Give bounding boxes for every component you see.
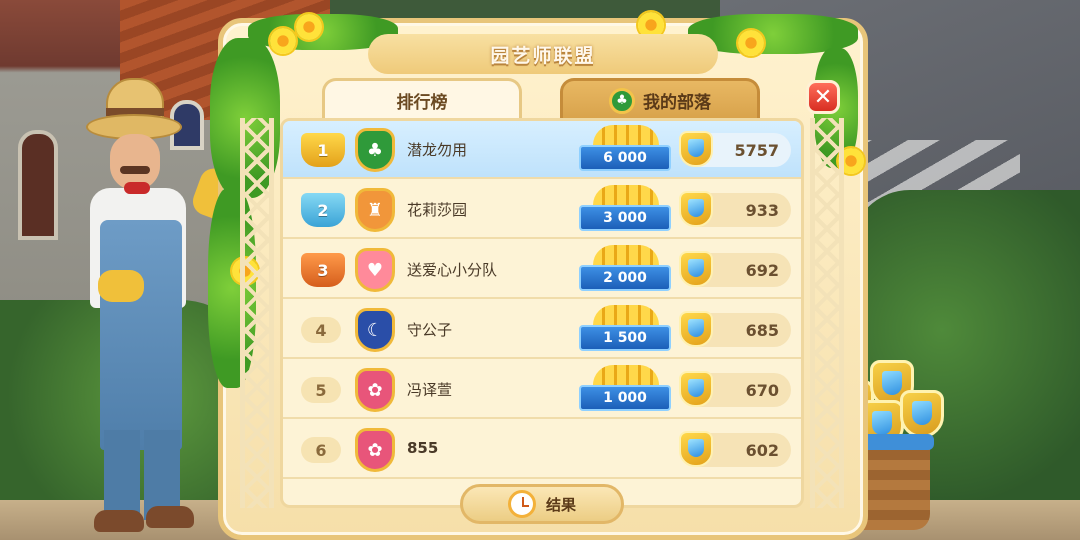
team-name: 冯译萱: [407, 381, 453, 399]
prize-amount: 6 000: [579, 145, 671, 171]
flower-badge-icon: ✿: [355, 428, 395, 472]
shield-icon: [679, 131, 713, 167]
prize-coins: 3 000: [579, 185, 671, 235]
team-score-value: 933: [745, 200, 779, 220]
shield-icon: [679, 251, 713, 287]
rank-number: 5: [301, 377, 341, 403]
prize-coins: 1 000: [579, 365, 671, 415]
overalls: [100, 220, 182, 450]
team-score: 692: [679, 251, 791, 287]
prize-coins: 2 000: [579, 245, 671, 295]
team-score: 685: [679, 311, 791, 347]
shield-icon: [679, 431, 713, 467]
prize-coins: 6 000: [579, 125, 671, 175]
moon-badge-icon: ☾: [355, 308, 395, 352]
bow-tie: [124, 182, 150, 194]
shield-gem-icon: [900, 390, 944, 438]
team-name: 花莉莎园: [407, 201, 468, 219]
castle-badge-icon: ♜: [355, 188, 395, 232]
lattice-right: [810, 118, 844, 508]
right-shoe: [146, 506, 194, 528]
rank-number: 4: [301, 317, 341, 343]
leaderboard-row[interactable]: 6 ✿ 855 602: [283, 421, 801, 479]
team-name: 送爱心小分队: [407, 261, 498, 279]
team-score: 602: [679, 431, 791, 467]
leaderboard-row[interactable]: 5 ✿ 冯译萱 1 000 670: [283, 361, 801, 419]
team-score: 933: [679, 191, 791, 227]
mustache: [120, 166, 150, 174]
team-name: 855: [407, 439, 439, 457]
team-score: 670: [679, 371, 791, 407]
flower-icon: [296, 14, 322, 40]
leaderboard-row[interactable]: 3 ♥ 送爱心小分队 2 000 692: [283, 241, 801, 299]
shield-icon: [679, 371, 713, 407]
house-door: [18, 130, 58, 240]
alliance-panel: 园艺师联盟 排行榜 ♣ 我的部落 ✕ 1 ♣ 潜龙勿用 6 000 5757 2…: [208, 12, 868, 540]
team-score-value: 670: [745, 380, 779, 400]
leaderboard-row[interactable]: 1 ♣ 潜龙勿用 6 000 5757: [283, 121, 801, 179]
team-score: 5757: [679, 131, 791, 167]
alarm-clock-icon: [507, 490, 536, 518]
close-button[interactable]: ✕: [806, 80, 840, 114]
result-button-label: 结果: [545, 495, 576, 514]
tab-leaderboard-label: 排行榜: [396, 93, 448, 113]
gold-trophy-icon: 1: [301, 133, 345, 167]
clover-badge-icon: ♣: [355, 128, 395, 172]
tab-my-tribe-label: 我的部落: [643, 93, 711, 113]
leaderboard-row[interactable]: 4 ☾ 守公子 1 500 685: [283, 301, 801, 359]
flower-icon: [270, 28, 296, 54]
prize-amount: 1 500: [579, 325, 671, 351]
flower-icon: [738, 30, 764, 56]
prize-coins: 1 500: [579, 305, 671, 355]
rank-number: 6: [301, 437, 341, 463]
prize-amount: 3 000: [579, 205, 671, 231]
team-name: 潜龙勿用: [407, 141, 468, 159]
result-button[interactable]: 结果: [460, 484, 624, 524]
tab-my-tribe[interactable]: ♣ 我的部落: [560, 78, 760, 120]
left-glove: [98, 270, 144, 302]
prize-amount: 2 000: [579, 265, 671, 291]
clover-icon: ♣: [609, 87, 635, 114]
team-score-value: 5757: [734, 140, 779, 160]
shield-icon: [679, 311, 713, 347]
team-score-value: 692: [745, 260, 779, 280]
tab-leaderboard[interactable]: 排行榜: [322, 78, 522, 120]
silver-trophy-icon: 2: [301, 193, 345, 227]
bronze-trophy-icon: 3: [301, 253, 345, 287]
panel-title: 园艺师联盟: [368, 34, 718, 74]
team-name: 守公子: [407, 321, 453, 339]
team-score-value: 602: [745, 440, 779, 460]
left-leg: [104, 430, 140, 520]
leaderboard-list[interactable]: 1 ♣ 潜龙勿用 6 000 5757 2 ♜ 花莉莎园 3 000 933 3…: [280, 118, 804, 508]
leaderboard-row[interactable]: 2 ♜ 花莉莎园 3 000 933: [283, 181, 801, 239]
prize-amount: 1 000: [579, 385, 671, 411]
heart-badge-icon: ♥: [355, 248, 395, 292]
team-score-value: 685: [745, 320, 779, 340]
left-shoe: [94, 510, 144, 532]
flower-badge-icon: ✿: [355, 368, 395, 412]
lattice-left: [240, 118, 274, 508]
shield-icon: [679, 191, 713, 227]
